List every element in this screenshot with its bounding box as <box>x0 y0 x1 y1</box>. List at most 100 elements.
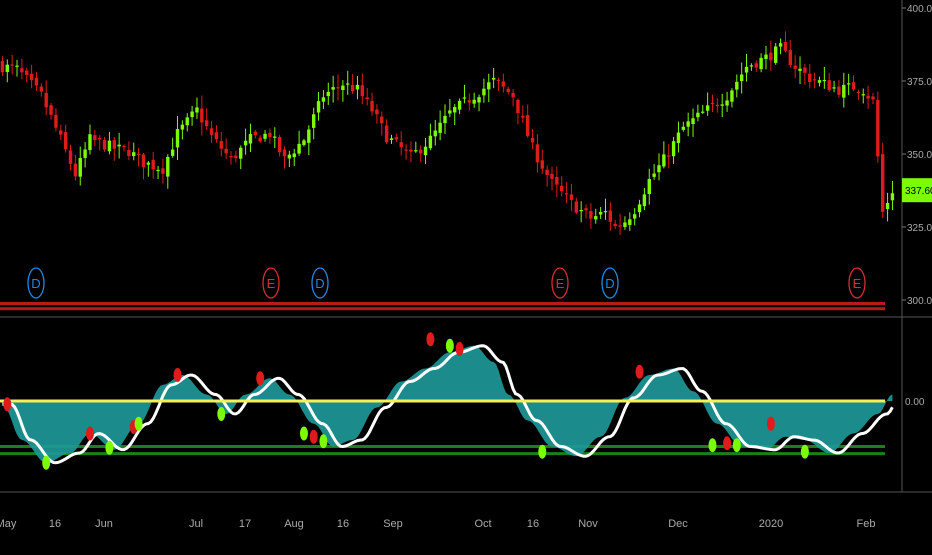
candle-body <box>759 57 763 70</box>
candle-body <box>214 132 219 140</box>
candle-body <box>550 173 554 179</box>
candle-body <box>394 137 399 140</box>
candle-body <box>170 149 175 156</box>
candle-body <box>647 179 651 194</box>
buy-signal-dot[interactable] <box>732 438 741 453</box>
candle-body <box>637 204 642 213</box>
candle-body <box>258 137 262 142</box>
candle-body <box>618 225 622 227</box>
candle-body <box>477 97 481 103</box>
candle-body <box>331 87 335 90</box>
candle-body <box>409 149 413 152</box>
time-tick-label: 16 <box>337 518 349 530</box>
sell-signal-dot[interactable] <box>85 426 94 441</box>
sell-signal-dot[interactable] <box>766 416 775 431</box>
buy-signal-dot[interactable] <box>538 444 547 459</box>
candle-body <box>399 142 403 148</box>
buy-signal-dot[interactable] <box>708 438 717 453</box>
candle-body <box>292 153 296 158</box>
candle-body <box>384 125 389 143</box>
buy-signal-dot[interactable] <box>800 444 809 459</box>
candle[interactable] <box>876 91 880 163</box>
candle-body <box>842 84 846 98</box>
candle-body <box>525 115 530 137</box>
sell-signal-dot[interactable] <box>3 397 12 412</box>
last-price-tag[interactable]: 337.60 <box>902 178 932 203</box>
candle-body <box>487 82 491 90</box>
oscillator-axis[interactable]: 0.00 <box>905 397 925 408</box>
candle-body <box>117 144 121 147</box>
candle-body <box>146 162 151 165</box>
candle-body <box>88 134 92 151</box>
sell-signal-dot[interactable] <box>309 429 318 444</box>
marker-label: D <box>31 276 40 291</box>
candle-body <box>594 216 598 220</box>
candle-body <box>817 80 822 83</box>
candle-body <box>268 132 272 138</box>
candle-body <box>39 86 44 92</box>
candle-body <box>200 108 204 123</box>
candle-body <box>127 149 131 157</box>
candle-body <box>774 46 778 63</box>
candle-body <box>414 150 418 152</box>
candle-body <box>273 136 277 138</box>
chart-background <box>0 0 932 550</box>
buy-signal-dot[interactable] <box>134 416 143 431</box>
candle-body <box>282 149 287 157</box>
candle-body <box>404 149 408 151</box>
candle-body <box>25 70 29 75</box>
candle-body <box>63 132 68 150</box>
price-tick-label: 350.00 <box>907 150 932 161</box>
buy-signal-dot[interactable] <box>445 338 454 353</box>
candle-body <box>837 86 841 95</box>
candle-body <box>472 99 476 104</box>
sell-signal-dot[interactable] <box>723 436 732 451</box>
candle-body <box>380 116 384 124</box>
candle-body <box>365 97 369 100</box>
candle-body <box>613 223 617 227</box>
candle-body <box>457 100 462 110</box>
candle-body <box>5 64 9 73</box>
buy-signal-dot[interactable] <box>217 407 226 421</box>
candle-body <box>234 155 238 159</box>
candle-body <box>851 82 856 90</box>
candle-body <box>574 201 579 213</box>
candle-body <box>885 202 890 210</box>
price-tick-label: 375.00 <box>907 77 932 88</box>
candle-body <box>141 154 146 168</box>
sell-signal-dot[interactable] <box>173 368 182 382</box>
candle-body <box>769 52 773 61</box>
candle-body <box>263 133 267 139</box>
buy-signal-dot[interactable] <box>42 455 51 470</box>
candle-body <box>10 64 14 66</box>
candle-body <box>311 114 316 128</box>
candle-body <box>287 154 292 159</box>
candle-body <box>803 67 807 73</box>
sell-signal-dot[interactable] <box>455 342 464 356</box>
candle-body <box>29 73 34 81</box>
buy-signal-dot[interactable] <box>105 440 114 455</box>
candle-body <box>78 158 82 177</box>
candle-body <box>856 91 861 94</box>
oscillator-tick-label: 0.00 <box>905 397 925 408</box>
candle-body <box>448 110 452 114</box>
time-tick-label: 16 <box>49 518 61 530</box>
candle-body <box>49 105 53 115</box>
price-tick-label: 400.00 <box>907 4 932 15</box>
candle-body <box>764 54 768 60</box>
candle-body <box>107 140 112 152</box>
candle-body <box>491 77 496 80</box>
sell-signal-dot[interactable] <box>256 371 265 386</box>
last-price-label: 337.60 <box>905 186 932 197</box>
candle-body <box>122 145 126 148</box>
sell-signal-dot[interactable] <box>635 364 644 379</box>
buy-signal-dot[interactable] <box>319 434 328 449</box>
candle-body <box>467 100 472 103</box>
candle-body <box>112 140 116 149</box>
time-tick-label: May <box>0 518 17 530</box>
sell-signal-dot[interactable] <box>426 332 435 347</box>
candle-body <box>316 101 321 113</box>
candle-body <box>73 163 78 177</box>
buy-signal-dot[interactable] <box>299 426 308 441</box>
candle-body <box>705 105 710 111</box>
